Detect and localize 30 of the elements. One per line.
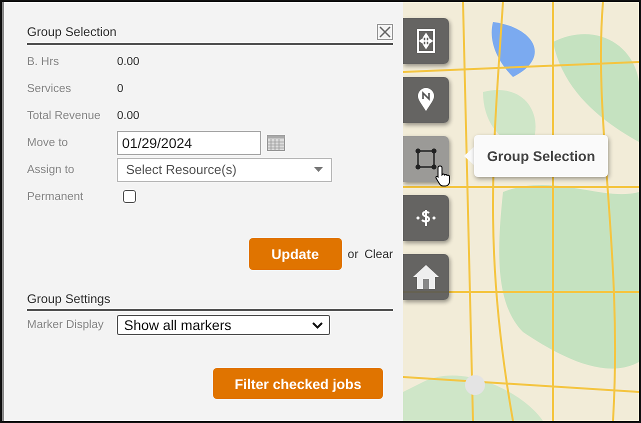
selection-square-icon: [415, 148, 437, 170]
field-value: 0.00: [117, 110, 140, 122]
marker-display-select[interactable]: Show all markers: [117, 315, 330, 335]
hand-cursor-icon: [435, 165, 453, 187]
chevron-down-icon: [312, 322, 323, 328]
field-label: Marker Display: [27, 319, 105, 331]
map-pin-icon: [417, 88, 435, 112]
panel-title: Group Selection: [27, 25, 117, 39]
field-label: Services: [27, 82, 72, 94]
map-tool-button[interactable]: [403, 136, 449, 182]
field-value: 0.00: [117, 56, 140, 68]
clear-link[interactable]: Clear: [364, 247, 393, 261]
field-label: Total Revenue: [27, 110, 102, 122]
field-label: B. Hrs: [27, 56, 60, 68]
field-label: Assign to: [27, 164, 76, 176]
date-input[interactable]: 01/29/2024: [117, 130, 261, 154]
field-value: 0: [117, 82, 124, 94]
house-icon: [412, 264, 440, 290]
section-title: Group Settings: [27, 292, 110, 306]
tooltip: Group Selection: [474, 135, 608, 177]
or-text: or: [348, 247, 358, 261]
move-icon: [417, 29, 435, 53]
field-label: Permanent: [27, 190, 84, 202]
calendar-icon[interactable]: [267, 134, 285, 150]
field-label: Move to: [27, 136, 69, 148]
dollar-icon: [416, 207, 436, 229]
permanent-checkbox[interactable]: [123, 190, 136, 203]
caret-icon: [314, 167, 323, 172]
resource-select[interactable]: Select Resource(s): [117, 158, 332, 182]
close-button[interactable]: [377, 24, 393, 40]
